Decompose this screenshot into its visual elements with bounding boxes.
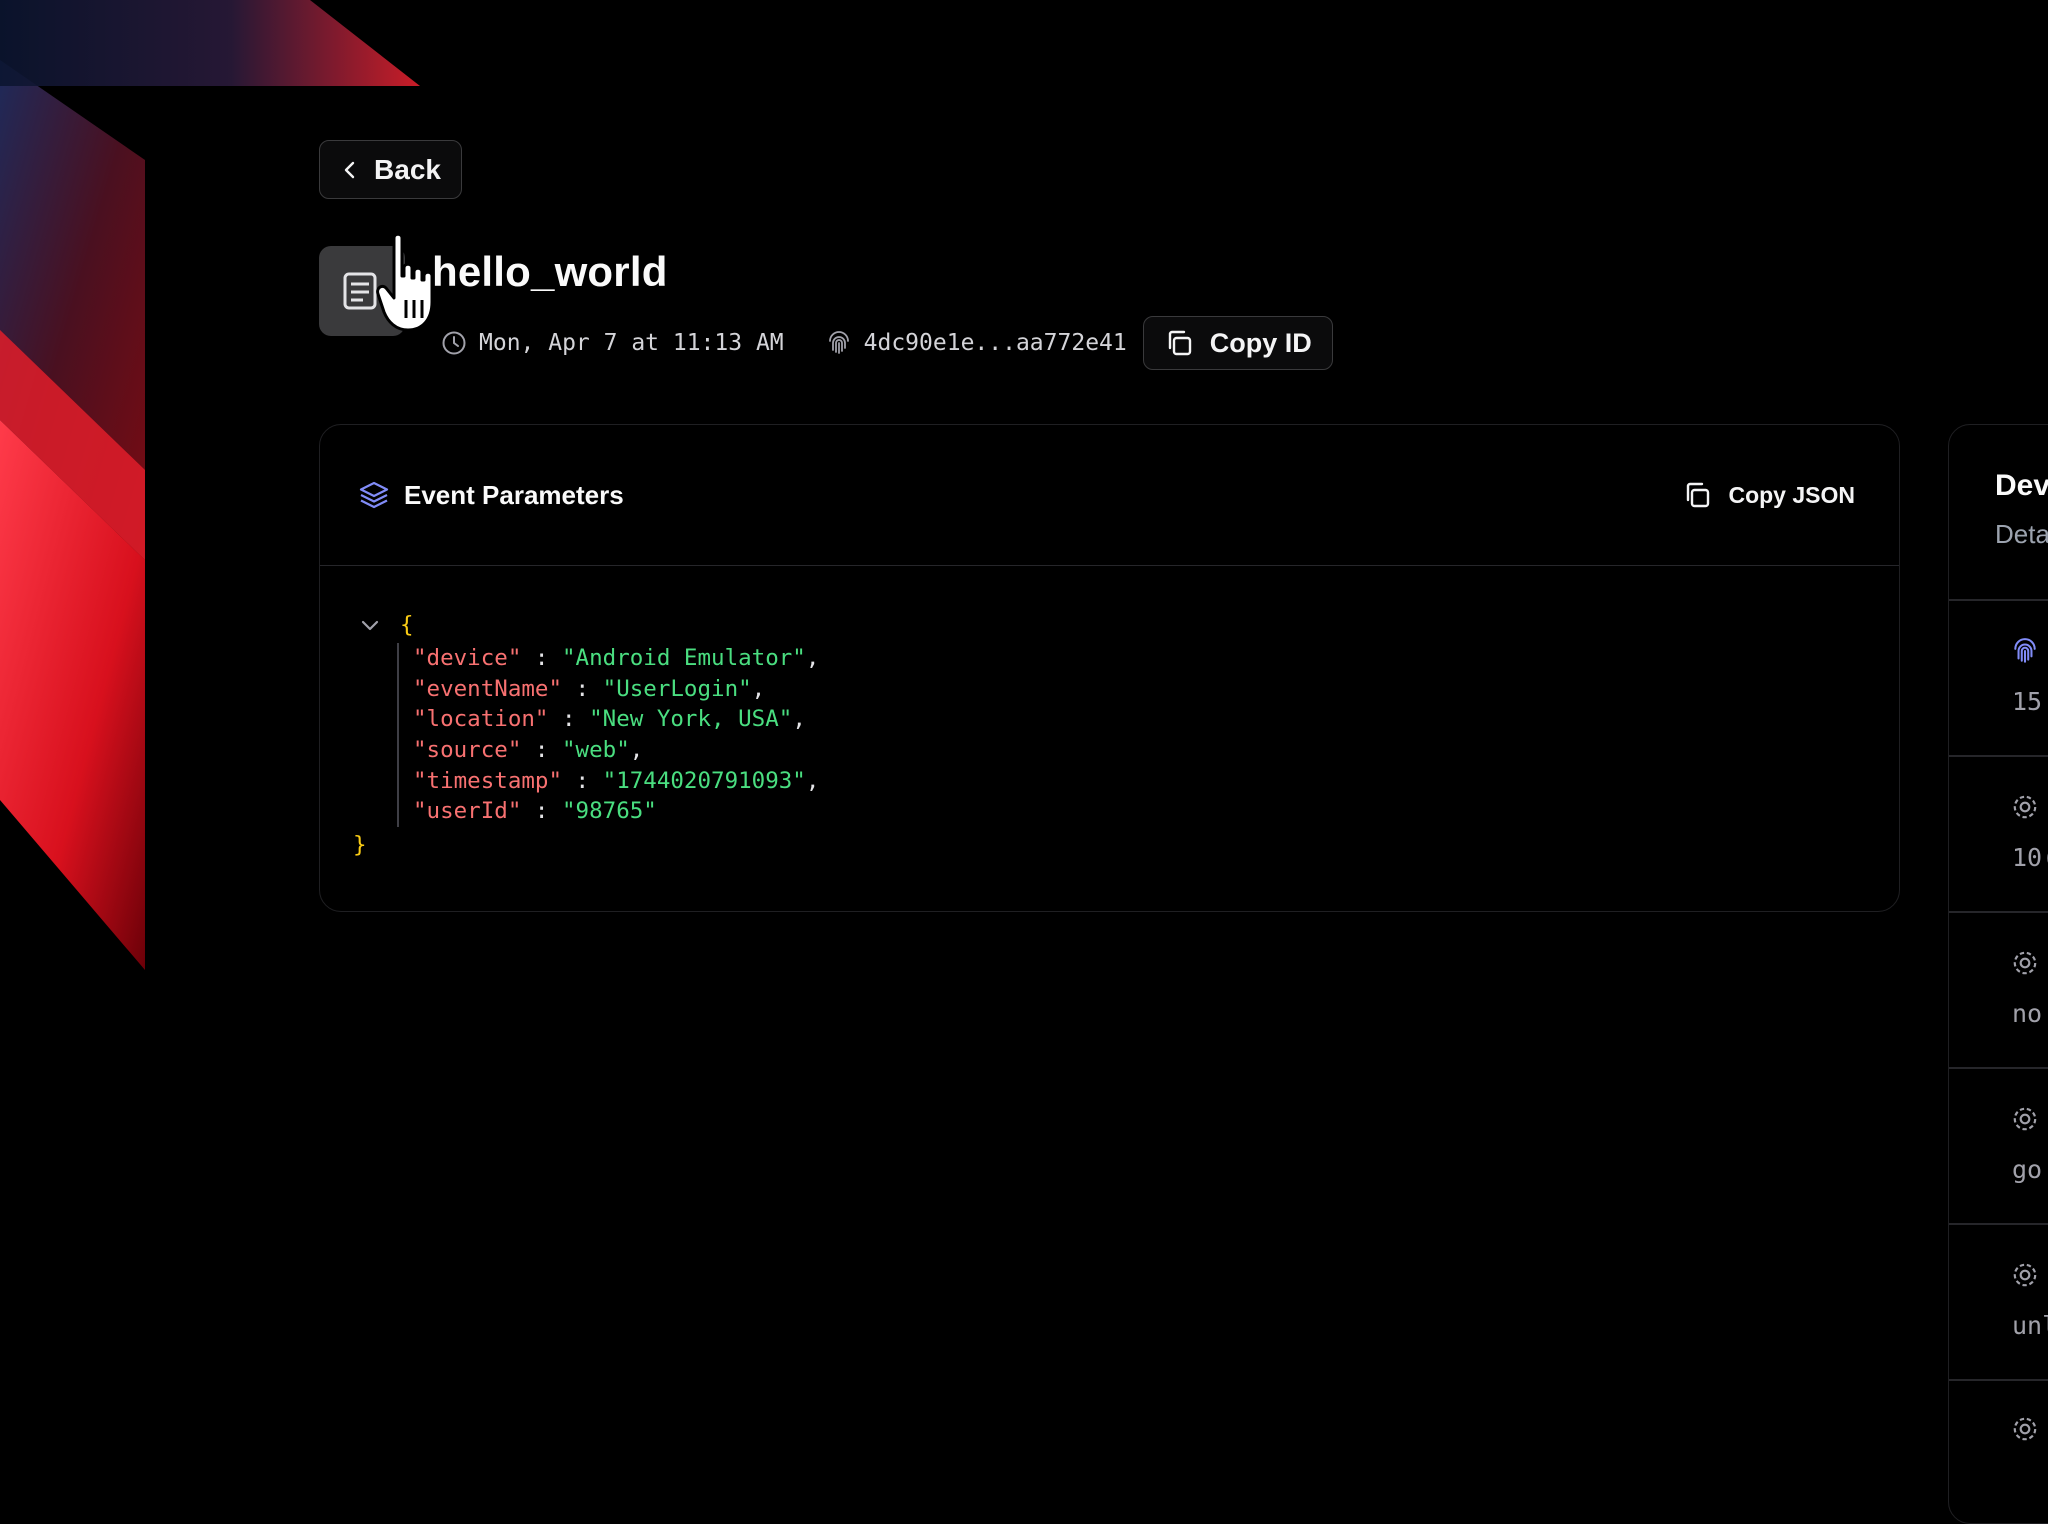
json-entry: "source" : "web", [413, 737, 644, 764]
card-header: Event Parameters Copy JSON [320, 425, 1899, 566]
fingerprint-icon [828, 331, 849, 354]
event-parameters-card: Event Parameters Copy JSON { "device" : … [319, 424, 1900, 912]
panel-row-value: 10( [2012, 843, 2048, 872]
json-close-brace: } [353, 832, 367, 859]
panel-title: Dev [1995, 469, 2048, 502]
gear-icon [2013, 795, 2037, 819]
chevron-down-icon[interactable] [359, 614, 381, 636]
gear-icon [2013, 1107, 2037, 1131]
panel-row-value: unl [2012, 1311, 2048, 1340]
panel-subtitle: Deta [1995, 519, 2048, 549]
layers-icon [359, 481, 389, 509]
device-details-panel: Dev Deta 15 10( no go unl [1948, 424, 2048, 1524]
json-entry: "location" : "New York, USA", [413, 706, 806, 733]
background-art [0, 60, 145, 970]
json-entries: "device" : "Android Emulator", "eventNam… [397, 643, 1899, 828]
gear-icon [2013, 951, 2037, 975]
page-title: hello_world [432, 248, 668, 295]
json-entry: "eventName" : "UserLogin", [413, 675, 766, 702]
json-entry: "timestamp" : "1744020791093", [413, 767, 820, 794]
json-entry: "userId" : "98765" [413, 798, 657, 825]
event-timestamp: Mon, Apr 7 at 11:13 AM [441, 330, 784, 356]
json-entry: "device" : "Android Emulator", [413, 645, 820, 671]
copy-json-button[interactable]: Copy JSON [1682, 480, 1855, 510]
panel-row-value: 15 [2012, 687, 2043, 716]
copy-json-label: Copy JSON [1728, 481, 1855, 508]
json-open-brace: { [400, 611, 414, 638]
copy-icon [1168, 330, 1191, 356]
chevron-left-icon [344, 161, 355, 178]
copy-id-button[interactable]: Copy ID [1142, 316, 1333, 370]
copy-icon [1687, 482, 1710, 508]
back-button[interactable]: Back [319, 140, 462, 199]
fingerprint-icon [2014, 638, 2036, 663]
card-title: Event Parameters [404, 479, 624, 510]
background-art-top [0, 0, 430, 88]
event-id-text: 4dc90e1e...aa772e41 [863, 330, 1127, 356]
panel-row-value: go [2012, 1155, 2043, 1184]
panel-row-value: no [2012, 999, 2043, 1028]
event-meta: Mon, Apr 7 at 11:13 AM 4dc90e1e...aa772e… [441, 316, 1333, 370]
gear-icon [2013, 1417, 2037, 1441]
hand-cursor-icon [376, 232, 434, 332]
event-id: 4dc90e1e...aa772e41 [826, 330, 1127, 356]
back-button-label: Back [374, 153, 441, 185]
json-viewer: { "device" : "Android Emulator", "eventN… [320, 566, 1899, 861]
timestamp-text: Mon, Apr 7 at 11:13 AM [479, 330, 784, 356]
gear-icon [2013, 1263, 2037, 1287]
copy-id-label: Copy ID [1209, 327, 1312, 358]
